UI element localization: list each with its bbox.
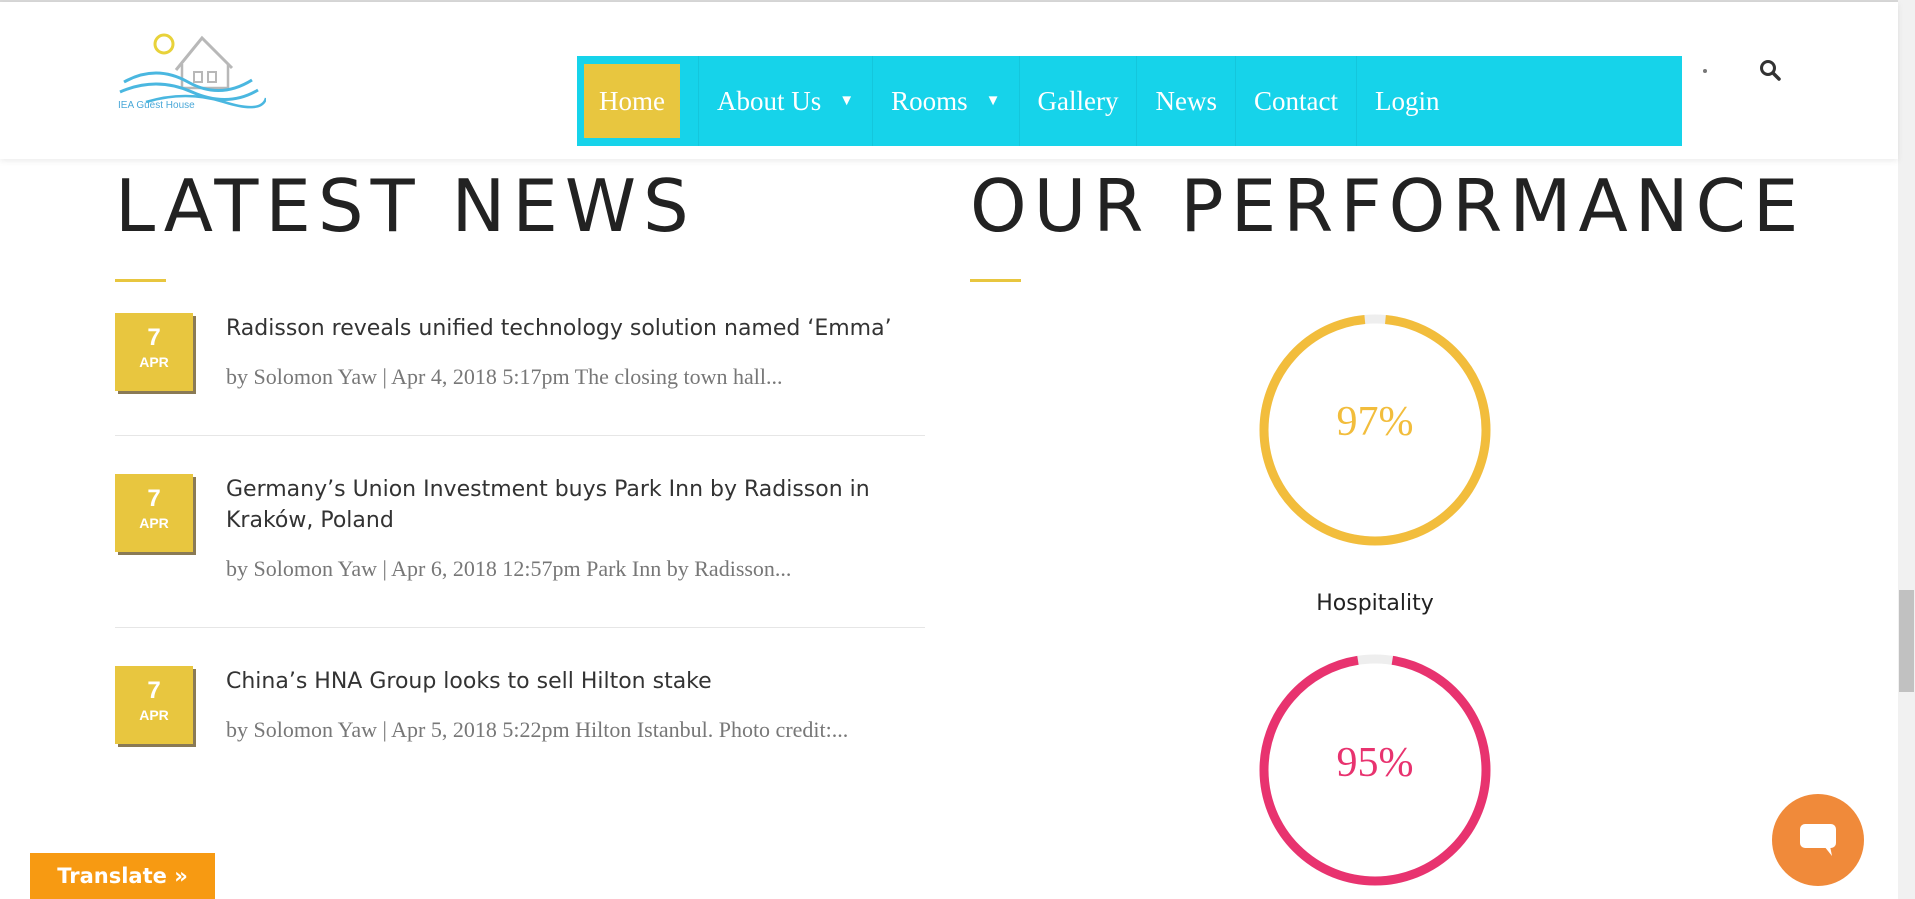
news-item: 7 APR Radisson reveals unified technolog…	[115, 313, 925, 403]
news-item: 7 APR Germany’s Union Investment buys Pa…	[115, 474, 925, 594]
nav-gallery-label: Gallery	[1037, 85, 1119, 116]
caret-down-icon: ▼	[839, 92, 855, 109]
chat-bubble-icon	[1800, 824, 1836, 856]
ring-percent-label: 95%	[1336, 740, 1414, 786]
news-title-link[interactable]: Radisson reveals unified technology solu…	[226, 313, 906, 344]
chat-button[interactable]	[1772, 794, 1864, 886]
nav-home-label: Home	[599, 85, 665, 116]
main-nav: Home About Us ▼ Rooms ▼ Gallery News Conta…	[577, 56, 1682, 146]
date-badge[interactable]: 7 APR	[115, 474, 193, 552]
nav-about-us-label: About Us	[716, 85, 822, 116]
ring-percent-label: 97%	[1336, 399, 1414, 445]
translate-button[interactable]: Translate »	[30, 853, 215, 899]
site-header: IEA Guest House Home About Us ▼ Rooms ▼ Ga…	[0, 2, 1898, 159]
our-performance-heading: OUR PERFORMANCE	[970, 164, 1806, 248]
nav-home[interactable]: Home	[584, 64, 680, 138]
nav-rooms-label: Rooms	[891, 85, 968, 116]
date-month: APR	[139, 354, 169, 370]
latest-news-heading: LATEST NEWS	[115, 164, 696, 248]
news-meta: by Solomon Yaw | Apr 6, 2018 12:57pm Par…	[226, 556, 792, 581]
news-title-link[interactable]: China’s HNA Group looks to sell Hilton s…	[226, 666, 906, 697]
stat-caption: Hospitality	[1316, 591, 1434, 616]
date-month: APR	[139, 515, 169, 531]
news-meta: by Solomon Yaw | Apr 4, 2018 5:17pm The …	[226, 364, 783, 389]
date-badge[interactable]: 7 APR	[115, 666, 193, 744]
news-item: 7 APR China’s HNA Group looks to sell Hi…	[115, 666, 925, 796]
nav-gallery[interactable]: Gallery	[1018, 56, 1137, 146]
nav-login[interactable]: Login	[1355, 56, 1458, 146]
news-title-link[interactable]: Germany’s Union Investment buys Park Inn…	[226, 474, 906, 536]
latest-news-underline	[115, 279, 166, 282]
date-day: 7	[147, 324, 161, 351]
nav-news[interactable]: News	[1136, 56, 1235, 146]
nav-contact[interactable]: Contact	[1234, 56, 1356, 146]
nav-about-us[interactable]: About Us ▼	[697, 56, 872, 146]
caret-down-icon: ▼	[985, 92, 1001, 109]
date-day: 7	[147, 677, 161, 704]
date-month: APR	[139, 707, 169, 723]
date-day: 7	[147, 485, 161, 512]
search-icon[interactable]	[1758, 58, 1782, 82]
logo-text: IEA Guest House	[118, 100, 195, 111]
nav-contact-label: Contact	[1253, 85, 1338, 116]
nav-dot	[1703, 69, 1707, 73]
date-badge[interactable]: 7 APR	[115, 313, 193, 391]
nav-login-label: Login	[1374, 85, 1440, 116]
nav-news-label: News	[1155, 85, 1217, 116]
scrollbar-track[interactable]	[1898, 0, 1915, 899]
nav-rooms[interactable]: Rooms ▼	[872, 56, 1018, 146]
scrollbar-thumb[interactable]	[1899, 590, 1914, 692]
news-divider	[115, 627, 925, 628]
site-logo[interactable]: IEA Guest House	[116, 30, 268, 120]
news-meta: by Solomon Yaw | Apr 5, 2018 5:22pm Hilt…	[226, 717, 849, 742]
news-divider	[115, 435, 925, 436]
house-wave-logo-icon	[119, 33, 268, 109]
our-performance-underline	[970, 279, 1021, 282]
